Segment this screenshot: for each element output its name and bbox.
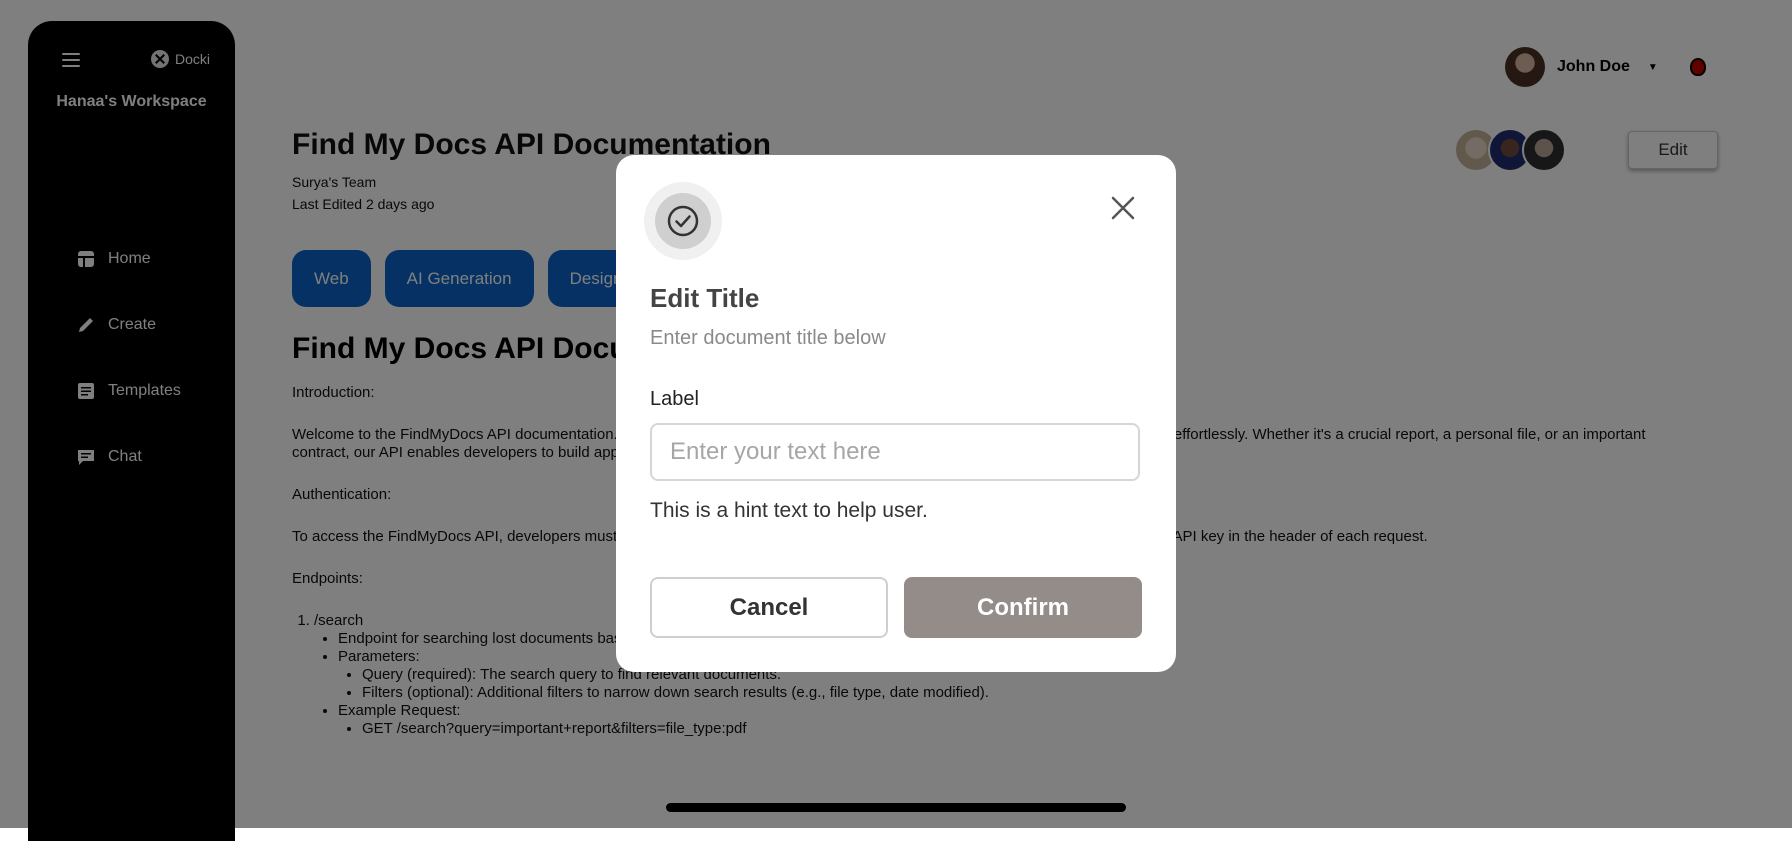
title-input[interactable] (650, 423, 1140, 481)
check-circle-icon (667, 205, 699, 237)
confirm-button[interactable]: Confirm (904, 577, 1142, 638)
close-icon[interactable] (1108, 193, 1138, 223)
field-label: Label (650, 388, 699, 410)
modal-subtitle: Enter document title below (650, 327, 886, 349)
cancel-button[interactable]: Cancel (650, 577, 888, 638)
modal-title: Edit Title (650, 283, 760, 313)
hint-text: This is a hint text to help user. (650, 499, 928, 522)
modal-icon (644, 182, 722, 260)
edit-title-modal: Edit Title Enter document title below La… (616, 155, 1176, 672)
